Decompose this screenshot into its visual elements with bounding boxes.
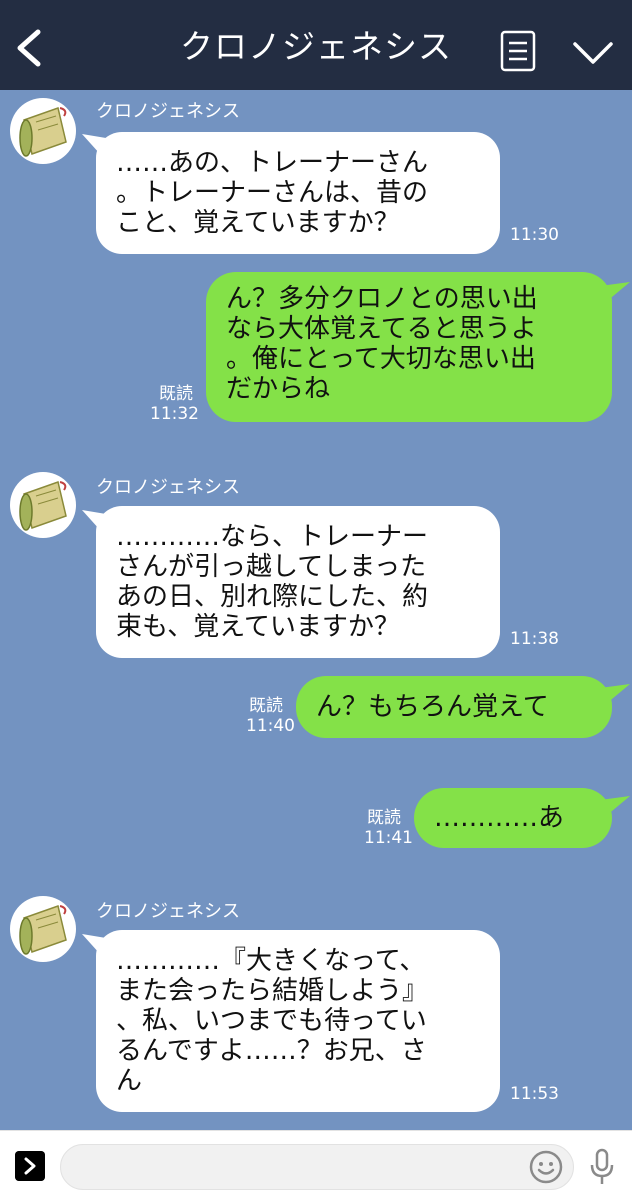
sender-name: クロノジェネシス	[96, 901, 240, 922]
avatar[interactable]	[10, 896, 76, 962]
chevron-down-icon[interactable]	[572, 38, 614, 68]
microphone-icon[interactable]	[586, 1147, 618, 1187]
outgoing-message[interactable]: …………あ	[414, 788, 612, 848]
message-line: …………『大きくなって、	[116, 946, 426, 976]
message-time: 11:30	[510, 225, 559, 245]
message-input[interactable]	[60, 1144, 574, 1190]
message-line: あの日、別れ際にした、約	[116, 582, 429, 612]
message-line: ん？多分クロノとの思い出	[226, 284, 538, 314]
message-line: だからね	[226, 374, 331, 404]
message-time: 11:40	[246, 716, 295, 736]
scroll-avatar-icon	[19, 905, 67, 955]
message-time: 11:38	[510, 629, 559, 649]
expand-icon[interactable]	[15, 1151, 45, 1181]
message-line: こと、覚えていますか？	[116, 208, 400, 238]
message-input-bar	[0, 1130, 632, 1200]
message-line: 。俺にとって大切な思い出	[226, 344, 536, 374]
incoming-message[interactable]: ……あの、トレーナーさん 。トレーナーさんは、昔の こと、覚えていますか？	[96, 132, 500, 254]
message-time: 11:32	[150, 404, 199, 424]
read-receipt: 既読	[159, 384, 193, 404]
chat-header: クロノジェネシス	[0, 0, 632, 90]
message-line: 束も、覚えていますか？	[116, 612, 400, 642]
message-time: 11:41	[364, 828, 413, 848]
message-line: …………なら、トレーナー	[116, 522, 429, 552]
notes-icon[interactable]	[500, 30, 536, 72]
message-line: ん？もちろん覚えて	[316, 692, 549, 722]
outgoing-message[interactable]: ん？もちろん覚えて	[296, 676, 612, 738]
avatar[interactable]	[10, 472, 76, 538]
smiley-icon[interactable]	[528, 1149, 564, 1185]
avatar[interactable]	[10, 98, 76, 164]
message-line: ん	[116, 1066, 143, 1096]
message-line: 。トレーナーさんは、昔の	[116, 178, 429, 208]
scroll-avatar-icon	[19, 107, 67, 157]
message-line: ……あの、トレーナーさん	[116, 148, 429, 178]
sender-name: クロノジェネシス	[96, 477, 240, 498]
incoming-message[interactable]: …………『大きくなって、 また会ったら結婚しよう』 、私、いつまでも待ってい る…	[96, 930, 500, 1112]
message-line: さんが引っ越してしまった	[116, 552, 427, 582]
read-receipt: 既読	[249, 696, 283, 716]
message-time: 11:53	[510, 1084, 559, 1104]
read-receipt: 既読	[367, 808, 401, 828]
message-line: …………あ	[434, 803, 565, 833]
message-line: また会ったら結婚しよう』	[116, 976, 429, 1006]
message-line: るんですよ……？お兄、さ	[116, 1036, 427, 1066]
sender-name: クロノジェネシス	[96, 101, 240, 122]
chevron-left-icon[interactable]	[12, 28, 48, 68]
chat-title: クロノジェネシス	[180, 27, 452, 66]
incoming-message[interactable]: …………なら、トレーナー さんが引っ越してしまった あの日、別れ際にした、約 束…	[96, 506, 500, 658]
scroll-avatar-icon	[19, 481, 67, 531]
message-line: 、私、いつまでも待ってい	[116, 1006, 427, 1036]
message-line: なら大体覚えてると思うよ	[226, 314, 537, 344]
outgoing-message[interactable]: ん？多分クロノとの思い出 なら大体覚えてると思うよ 。俺にとって大切な思い出 だ…	[206, 272, 612, 422]
